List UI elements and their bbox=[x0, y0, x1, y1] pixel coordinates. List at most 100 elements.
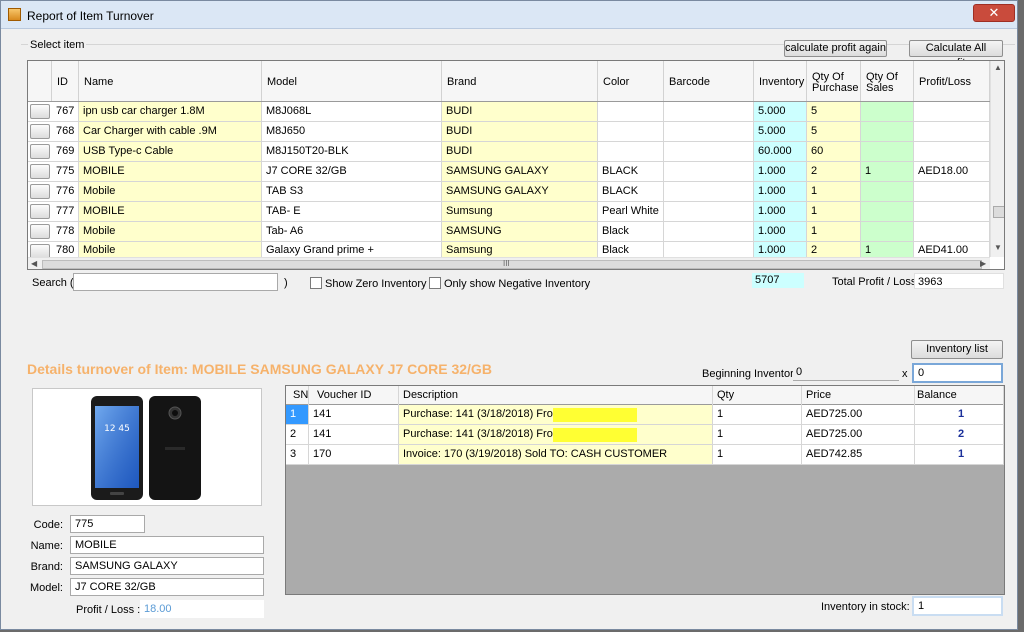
col-header-sn[interactable]: SN bbox=[286, 386, 309, 405]
inventory-list-button[interactable]: Inventory list bbox=[911, 340, 1003, 359]
row-selector[interactable] bbox=[30, 164, 50, 179]
cell-balance: 1 bbox=[915, 445, 1004, 464]
col-header-name[interactable]: Name bbox=[79, 61, 262, 101]
cell-qty-purchase: 1 bbox=[807, 182, 861, 201]
cell-profit-loss bbox=[914, 142, 990, 161]
table-row[interactable]: 769 USB Type-c Cable M8J150T20-BLK BUDI … bbox=[28, 142, 990, 162]
code-label: Code: bbox=[33, 519, 63, 531]
row-selector[interactable] bbox=[30, 244, 50, 257]
cell-name: Mobile bbox=[79, 242, 262, 257]
row-selector[interactable] bbox=[30, 144, 50, 159]
scroll-down-icon[interactable]: ▼ bbox=[994, 243, 1002, 252]
table-row[interactable]: 767 ipn usb car charger 1.8M M8J068L BUD… bbox=[28, 102, 990, 122]
col-header-profit-loss[interactable]: Profit/Loss bbox=[914, 61, 990, 101]
cell-brand: SAMSUNG GALAXY bbox=[442, 162, 598, 181]
cell-name: Mobile bbox=[79, 182, 262, 201]
details-title: Details turnover of Item: MOBILE SAMSUNG… bbox=[27, 361, 492, 377]
horizontal-scroll-thumb[interactable]: III bbox=[42, 259, 982, 269]
table-row[interactable]: 1 141 Purchase: 141 (3/18/2018) From: H … bbox=[286, 405, 1004, 425]
calculate-profit-again-button[interactable]: calculate profit again bbox=[784, 40, 887, 57]
row-selector[interactable] bbox=[30, 224, 50, 239]
col-header-model[interactable]: Model bbox=[262, 61, 442, 101]
name-field[interactable]: MOBILE bbox=[70, 536, 264, 554]
cell-profit-loss bbox=[914, 102, 990, 121]
cell-inventory: 5.000 bbox=[754, 102, 807, 121]
col-header-description[interactable]: Description bbox=[399, 386, 713, 405]
cell-inventory: 1.000 bbox=[754, 182, 807, 201]
horizontal-scrollbar[interactable]: ◀ III ▶ bbox=[28, 257, 990, 269]
table-row[interactable]: 780 Mobile Galaxy Grand prime + Samsung … bbox=[28, 242, 990, 258]
cell-qty-sales bbox=[861, 102, 914, 121]
table-row[interactable]: 768 Car Charger with cable .9M M8J650 BU… bbox=[28, 122, 990, 142]
col-header-color[interactable]: Color bbox=[598, 61, 664, 101]
cell-qty-sales bbox=[861, 122, 914, 141]
cell-inventory: 1.000 bbox=[754, 162, 807, 181]
scroll-right-icon[interactable]: ▶ bbox=[980, 259, 986, 268]
close-button[interactable]: ✕ bbox=[973, 4, 1015, 22]
cell-qty-purchase: 1 bbox=[807, 222, 861, 241]
cell-name: MOBILE bbox=[79, 162, 262, 181]
total-profit-label: Total Profit / Loss : bbox=[832, 276, 923, 288]
col-header-inventory[interactable]: Inventory bbox=[754, 61, 807, 101]
name-label: Name: bbox=[30, 540, 63, 552]
brand-field[interactable]: SAMSUNG GALAXY bbox=[70, 557, 264, 575]
zero-inventory-checkbox[interactable] bbox=[310, 277, 322, 289]
row-selector[interactable] bbox=[30, 124, 50, 139]
col-header-barcode[interactable]: Barcode bbox=[664, 61, 754, 101]
cell-id: 777 bbox=[52, 202, 79, 221]
inventory-in-stock-field[interactable]: 1 bbox=[912, 596, 1003, 616]
col-header-brand[interactable]: Brand bbox=[442, 61, 598, 101]
cell-color: BLACK bbox=[598, 182, 664, 201]
table-row[interactable]: 777 MOBILE TAB- E Sumsung Pearl White 1.… bbox=[28, 202, 990, 222]
items-grid: ID Name Model Brand Color Barcode Invent… bbox=[27, 60, 1005, 270]
col-header-voucher[interactable]: Voucher ID bbox=[309, 386, 399, 405]
model-field[interactable]: J7 CORE 32/GB bbox=[70, 578, 264, 596]
cell-inventory: 1.000 bbox=[754, 242, 807, 257]
report-window: Report of Item Turnover ✕ Select item ca… bbox=[0, 0, 1018, 630]
col-header-qty[interactable]: Qty bbox=[713, 386, 802, 405]
cell-color bbox=[598, 142, 664, 161]
cell-price: AED725.00 bbox=[802, 405, 915, 424]
cell-profit-loss bbox=[914, 182, 990, 201]
row-selector[interactable] bbox=[30, 104, 50, 119]
profit-loss-label: Profit / Loss : bbox=[76, 604, 141, 616]
vertical-scrollbar[interactable]: ▲ ▼ bbox=[990, 61, 1004, 257]
row-selector[interactable] bbox=[30, 184, 50, 199]
beginning-multiplier-input[interactable]: 0 bbox=[912, 363, 1003, 383]
cell-brand: Samsung bbox=[442, 242, 598, 257]
cell-color: Black bbox=[598, 242, 664, 257]
row-selector[interactable] bbox=[30, 204, 50, 219]
cell-profit-loss bbox=[914, 122, 990, 141]
col-header-balance[interactable]: Balance bbox=[915, 386, 1004, 405]
col-header-id[interactable]: ID bbox=[52, 61, 79, 101]
table-row[interactable]: 778 Mobile Tab- A6 SAMSUNG Black 1.000 1 bbox=[28, 222, 990, 242]
items-grid-header: ID Name Model Brand Color Barcode Invent… bbox=[28, 61, 990, 102]
beginning-inventory-value[interactable]: 0 bbox=[793, 364, 899, 381]
code-field[interactable]: 775 bbox=[70, 515, 145, 533]
vertical-scroll-thumb[interactable] bbox=[993, 206, 1004, 218]
table-row[interactable]: 2 141 Purchase: 141 (3/18/2018) From: H … bbox=[286, 425, 1004, 445]
cell-id: 778 bbox=[52, 222, 79, 241]
negative-inventory-checkbox[interactable] bbox=[429, 277, 441, 289]
cell-brand: SAMSUNG GALAXY bbox=[442, 182, 598, 201]
cell-voucher: 141 bbox=[309, 405, 399, 424]
cell-brand: BUDI bbox=[442, 102, 598, 121]
cell-model: TAB- E bbox=[262, 202, 442, 221]
table-row[interactable]: 775 MOBILE J7 CORE 32/GB SAMSUNG GALAXY … bbox=[28, 162, 990, 182]
table-row[interactable]: 776 Mobile TAB S3 SAMSUNG GALAXY BLACK 1… bbox=[28, 182, 990, 202]
cell-barcode bbox=[664, 222, 754, 241]
cell-color bbox=[598, 122, 664, 141]
phone-icon: 12 45 bbox=[91, 396, 201, 500]
cell-name: Car Charger with cable .9M bbox=[79, 122, 262, 141]
cell-qty-purchase: 2 bbox=[807, 242, 861, 257]
table-row[interactable]: 3 170 Invoice: 170 (3/19/2018) Sold TO: … bbox=[286, 445, 1004, 465]
calculate-all-profits-button[interactable]: Calculate All profits bbox=[909, 40, 1003, 69]
search-input[interactable] bbox=[73, 273, 278, 291]
col-header-price[interactable]: Price bbox=[802, 386, 915, 405]
cell-barcode bbox=[664, 162, 754, 181]
col-header-qty-sales[interactable]: Qty Of Sales bbox=[861, 61, 914, 101]
col-header-qty-purchase[interactable]: Qty Of Purchase bbox=[807, 61, 861, 101]
item-image: 12 45 bbox=[32, 388, 262, 506]
scroll-up-icon[interactable]: ▲ bbox=[994, 63, 1002, 72]
scroll-left-icon[interactable]: ◀ bbox=[31, 259, 37, 268]
